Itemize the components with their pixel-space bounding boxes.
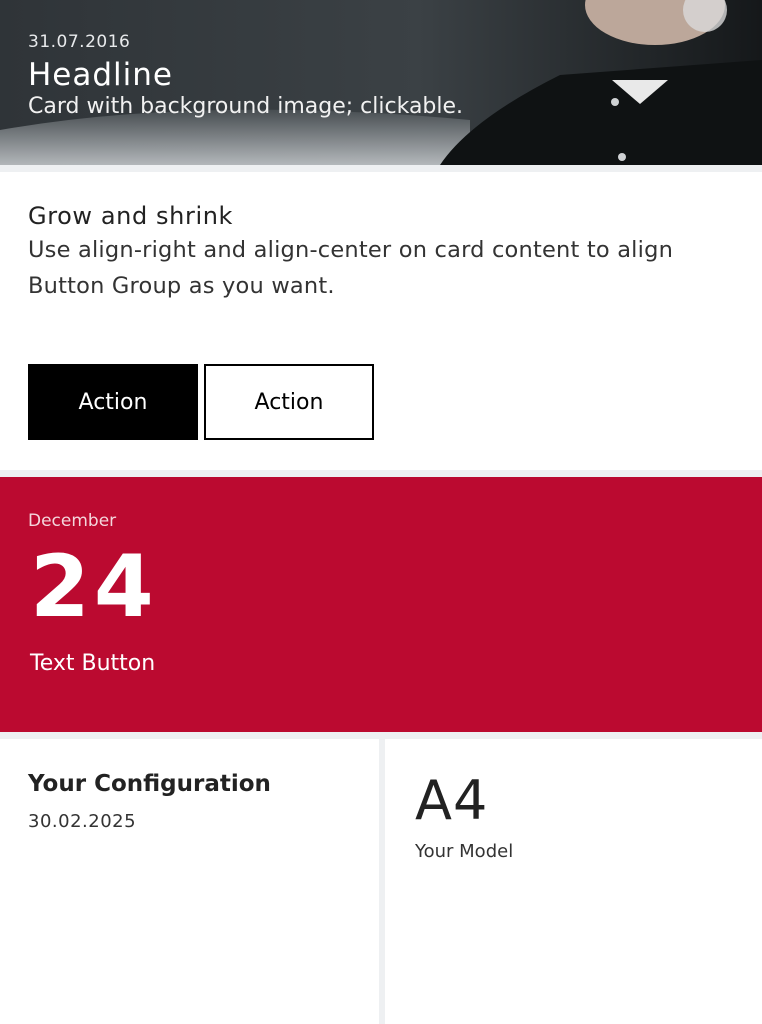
primary-action-button[interactable]: Action: [28, 364, 198, 440]
card-subtitle: Card with background image; clickable.: [28, 94, 464, 119]
text-button[interactable]: Text Button: [30, 651, 155, 676]
month-label: December: [28, 511, 117, 531]
day-number: 24: [30, 537, 158, 637]
card-date: 31.07.2016: [28, 32, 131, 52]
model-label: Your Model: [415, 841, 514, 862]
date-card: December 24 Text Button: [0, 477, 762, 732]
card-description: Use align-right and align-center on card…: [28, 237, 674, 299]
configuration-title: Your Configuration: [28, 771, 271, 797]
secondary-action-button[interactable]: Action: [204, 364, 374, 440]
card-title: Grow and shrink: [28, 202, 234, 230]
configuration-card: Your Configuration 30.02.2025: [0, 739, 379, 1024]
model-card: A4 Your Model: [385, 739, 762, 1024]
card-headline: Headline: [28, 57, 174, 93]
image-card[interactable]: 31.07.2016 Headline Card with background…: [0, 0, 762, 165]
model-name: A4: [415, 769, 489, 832]
grow-shrink-card: Grow and shrink Use align-right and alig…: [0, 172, 762, 470]
configuration-date: 30.02.2025: [28, 811, 137, 832]
